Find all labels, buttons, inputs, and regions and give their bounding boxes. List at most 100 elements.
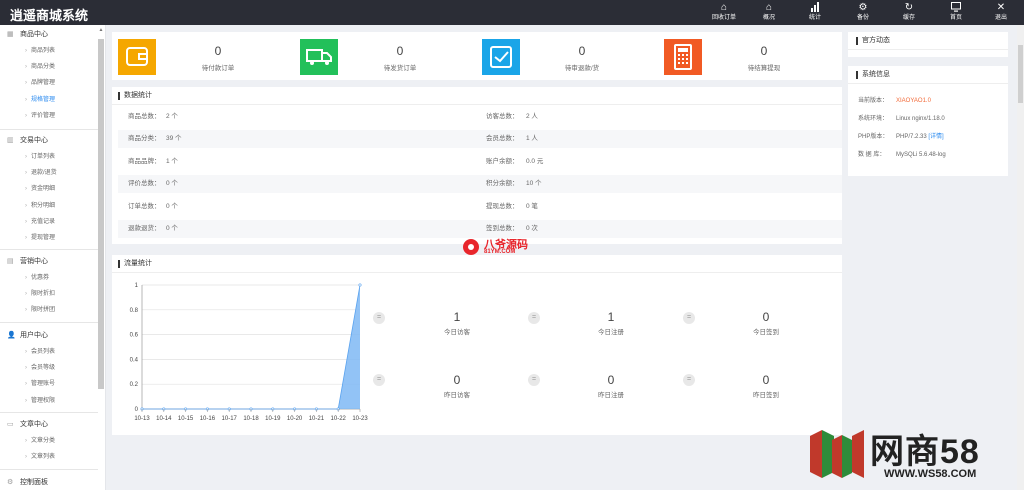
watermark-subtext: WWW.WS58.COM	[884, 468, 977, 480]
x-tick-label: 10-14	[156, 416, 172, 422]
y-tick-label: 0.8	[130, 308, 139, 314]
traffic-panel: 流量统计 0 0.2 0.4 0.6 0.8 1 10-13 10-14 10-15 10-16 1…	[112, 255, 842, 435]
sidebar-item-goods-list[interactable]: 商品列表	[0, 43, 98, 59]
info-key: 当前版本：	[858, 98, 889, 104]
row-label: 积分余额：	[486, 180, 519, 187]
stat-card-pending-payment[interactable]: 0 待付款订单	[108, 35, 278, 77]
sidebar-item-review[interactable]: 评价管理	[0, 108, 98, 124]
stat-value: 0	[214, 44, 222, 58]
sidebar-item-recharge[interactable]: 充值记录	[0, 214, 98, 230]
x-tick-label: 10-18	[243, 416, 259, 422]
stats-button[interactable]: 统计	[797, 2, 833, 24]
counter-label: 昨日签到	[753, 392, 779, 399]
counter-yesterday-signin: 0 昨日签到	[691, 373, 841, 399]
row-value: 39 个	[166, 135, 182, 142]
sidebar-item-withdraw[interactable]: 提现管理	[0, 230, 98, 246]
row-label: 商品品牌：	[128, 158, 161, 165]
homepage-label: 首页	[949, 15, 962, 21]
row-value: 10 个	[526, 180, 542, 187]
stat-card-pending-withdraw[interactable]: 0 待结算提现	[654, 35, 824, 77]
counter-label: 今日注册	[598, 329, 624, 336]
sidebar-item-points[interactable]: 积分明细	[0, 198, 98, 214]
overview-button[interactable]: ⌂ 概况	[751, 2, 787, 24]
data-point	[358, 283, 362, 287]
watermark-81ym: 八爷源码 81YM.COM	[462, 236, 552, 258]
sidebar-item-permissions[interactable]: 管理权限	[0, 393, 98, 409]
cache-button[interactable]: ↻ 缓存	[891, 2, 927, 24]
sidebar-item-funds[interactable]: 资金明细	[0, 181, 98, 197]
scrollbar-thumb[interactable]	[1018, 45, 1023, 103]
table-row: 商品总数： 2 个 访客总数： 2 人	[118, 108, 842, 126]
sidebar-group-header[interactable]: ▥ 交易中心	[0, 133, 98, 149]
bar-chart-icon: ▥	[7, 137, 14, 144]
monitor-icon	[938, 2, 974, 14]
x-tick-label: 10-16	[200, 416, 216, 422]
sidebar-group-header[interactable]: ▤ 营销中心	[0, 254, 98, 270]
stat-card-pending-refund[interactable]: 0 待审退款/货	[472, 35, 642, 77]
recycle-orders-label: 回收订单	[711, 15, 736, 21]
watermark-ws58: 网商58 WWW.WS58.COM	[808, 424, 1018, 486]
sidebar-item-article-list[interactable]: 文章列表	[0, 449, 98, 465]
data-stats-panel: 数据统计 商品总数： 2 个 访客总数： 2 人 商品分类： 39 个 会员总数…	[112, 87, 842, 244]
gear-icon: ⚙	[7, 479, 14, 486]
chevron-up-icon[interactable]: ▲	[98, 27, 104, 35]
divider	[0, 412, 98, 413]
sidebar-item-spec[interactable]: 规格管理	[0, 92, 98, 108]
sidebar-scrollbar[interactable]: ▲	[98, 27, 104, 487]
row-label: 提现总数：	[486, 203, 519, 210]
section-title: 官方动态	[848, 32, 1008, 50]
stats-label: 统计	[808, 15, 821, 21]
counter-yesterday-register: 0 昨日注册	[536, 373, 686, 399]
sidebar-item-members[interactable]: 会员列表	[0, 344, 98, 360]
stat-value: 0	[760, 44, 768, 58]
table-row: 商品品牌： 1 个 账户余额： 0.0 元	[118, 153, 842, 171]
sidebar-item-discount[interactable]: 限时折扣	[0, 286, 98, 302]
sidebar-item-article-category[interactable]: 文章分类	[0, 433, 98, 449]
section-title: 数据统计	[112, 87, 842, 105]
version-value: XIAOYAO1.0	[896, 98, 931, 104]
recycle-orders-button[interactable]: ⌂ 回收订单	[706, 2, 742, 24]
row-value: 0.0 元	[526, 158, 544, 165]
counter-value: 0	[453, 373, 461, 387]
homepage-button[interactable]: 首页	[938, 2, 974, 24]
counter-label: 今日签到	[753, 329, 779, 336]
divider	[0, 129, 98, 130]
sidebar-group-header[interactable]: 👤 用户中心	[0, 328, 98, 344]
backup-button[interactable]: ⚙ 备份	[845, 2, 881, 24]
x-tick-label: 10-23	[352, 416, 368, 422]
cache-label: 缓存	[902, 15, 915, 21]
sidebar-item-brand[interactable]: 品牌管理	[0, 75, 98, 91]
counter-label: 今日访客	[444, 329, 470, 336]
sidebar-item-orders[interactable]: 订单列表	[0, 149, 98, 165]
user-icon: 👤	[7, 332, 16, 339]
stat-card-pending-shipment[interactable]: 0 待发货订单	[290, 35, 460, 77]
row-label: 商品分类：	[128, 135, 161, 142]
close-icon: ✕	[996, 2, 1006, 13]
sidebar-group-header[interactable]: ⚙ 控制面板	[0, 475, 98, 490]
sidebar-item-admins[interactable]: 管理账号	[0, 376, 98, 392]
sidebar-group-header[interactable]: ▭ 文章中心	[0, 417, 98, 433]
sidebar-group-header[interactable]: ▦ 商品中心	[0, 27, 98, 43]
app-title: 逍遥商城系统	[10, 8, 89, 23]
system-info-panel: 系统信息 当前版本： XIAOYAO1.0 系统环境： Linux nginx/1.…	[848, 66, 1008, 176]
y-tick-label: 0.2	[130, 382, 139, 388]
sidebar-item-coupon[interactable]: 优惠券	[0, 270, 98, 286]
counter-label: 昨日访客	[444, 392, 470, 399]
stat-value: 0	[578, 44, 586, 58]
counter-today-register: 1 今日注册	[536, 310, 686, 336]
overview-label: 概况	[762, 15, 775, 21]
sidebar-item-group-buy[interactable]: 限时拼团	[0, 302, 98, 318]
sidebar-item-member-levels[interactable]: 会员等级	[0, 360, 98, 376]
scrollbar-thumb[interactable]	[98, 39, 104, 389]
logout-button[interactable]: ✕ 退出	[983, 2, 1019, 24]
info-key: PHP版本：	[858, 134, 889, 140]
calculator-icon	[664, 39, 702, 75]
page-scrollbar[interactable]	[1017, 25, 1024, 490]
counter-value: 0	[762, 310, 770, 324]
x-tick-label: 10-20	[287, 416, 303, 422]
sidebar-item-refunds[interactable]: 退款/退货	[0, 165, 98, 181]
sidebar-group-articles: ▭ 文章中心 文章分类 文章列表	[0, 417, 98, 465]
table-row: 评价总数： 0 个 积分余额： 10 个	[118, 175, 842, 193]
php-details-link[interactable]: [详情]	[928, 134, 943, 140]
sidebar-item-goods-category[interactable]: 商品分类	[0, 59, 98, 75]
